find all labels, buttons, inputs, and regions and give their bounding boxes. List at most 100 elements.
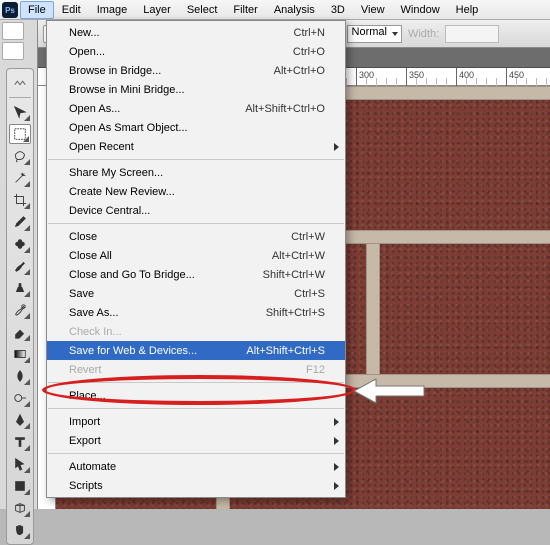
menu-analysis[interactable]: Analysis — [266, 1, 323, 19]
crop-tool[interactable] — [9, 190, 31, 210]
file-menu-item-close-all[interactable]: Close All Alt+Ctrl+W — [47, 246, 345, 265]
menu-item-shortcut: Alt+Ctrl+W — [272, 250, 325, 262]
menu-item-label: Save — [69, 288, 94, 300]
menu-3d[interactable]: 3D — [323, 1, 353, 19]
width-label: Width: — [408, 28, 439, 40]
type-tool[interactable] — [9, 432, 31, 452]
annotation-arrow — [350, 376, 430, 406]
menu-item-label: Browse in Bridge... — [69, 65, 161, 77]
file-menu-item-save-as[interactable]: Save As...Shift+Ctrl+S — [47, 303, 345, 322]
file-menu-item-place[interactable]: Place... — [47, 386, 345, 405]
menu-item-label: Scripts — [69, 480, 103, 492]
file-menu-item-revert: RevertF12 — [47, 360, 345, 379]
file-menu-item-new[interactable]: New...Ctrl+N — [47, 23, 345, 42]
menu-item-label: Open... — [69, 46, 105, 58]
style-select-value: Normal — [352, 26, 387, 38]
eraser-tool[interactable] — [9, 322, 31, 342]
marquee-tool[interactable] — [9, 124, 31, 144]
file-menu-dropdown: New...Ctrl+N Open... Ctrl+O Browse in Bridg… — [46, 20, 346, 498]
blur-tool[interactable] — [9, 366, 31, 386]
menu-select[interactable]: Select — [179, 1, 226, 19]
file-menu-item-open-as-smart-object[interactable]: Open As Smart Object... — [47, 118, 345, 137]
file-menu-item-close[interactable]: Close Ctrl+W — [47, 227, 345, 246]
file-menu-item-open-recent[interactable]: Open Recent — [47, 137, 345, 156]
lasso-tool[interactable] — [9, 146, 31, 166]
menu-separator — [48, 382, 344, 383]
menu-item-shortcut: Ctrl+N — [294, 27, 325, 39]
menu-image[interactable]: Image — [89, 1, 136, 19]
menu-separator — [48, 159, 344, 160]
menu-layer[interactable]: Layer — [135, 1, 179, 19]
history-brush-tool[interactable] — [9, 300, 31, 320]
menu-item-label: Open As... — [69, 103, 120, 115]
shape-tool[interactable] — [9, 476, 31, 496]
menu-item-label: Export — [69, 435, 101, 447]
file-menu-item-device-central[interactable]: Device Central... — [47, 201, 345, 220]
menu-item-label: Close All — [69, 250, 112, 262]
app-icon: Ps — [2, 2, 18, 18]
menu-item-shortcut: Ctrl+S — [294, 288, 325, 300]
file-menu-item-automate[interactable]: Automate — [47, 457, 345, 476]
mini-button-1[interactable] — [2, 22, 24, 40]
pen-tool[interactable] — [9, 410, 31, 430]
file-menu-item-export[interactable]: Export — [47, 431, 345, 450]
eyedropper-tool[interactable] — [9, 212, 31, 232]
menu-item-label: Close and Go To Bridge... — [69, 269, 195, 281]
menu-help[interactable]: Help — [448, 1, 487, 19]
menu-item-shortcut: Ctrl+W — [291, 231, 325, 243]
menu-item-label: Save for Web & Devices... — [69, 345, 197, 357]
menu-item-shortcut: F12 — [306, 364, 325, 376]
dodge-tool[interactable] — [9, 388, 31, 408]
clone-stamp-tool[interactable] — [9, 278, 31, 298]
menu-item-label: Close — [69, 231, 97, 243]
menu-window[interactable]: Window — [393, 1, 448, 19]
brush-tool[interactable] — [9, 256, 31, 276]
menu-item-label: Open As Smart Object... — [69, 122, 188, 134]
menu-bar: Ps FileEditImageLayerSelectFilterAnalysi… — [0, 0, 550, 20]
file-menu-item-save[interactable]: Save Ctrl+S — [47, 284, 345, 303]
menu-item-label: Check In... — [69, 326, 122, 338]
style-select[interactable]: Normal — [347, 25, 402, 43]
menu-file[interactable]: File — [20, 1, 54, 19]
menu-item-shortcut: Alt+Ctrl+O — [274, 65, 325, 77]
menu-item-shortcut: Ctrl+O — [293, 46, 325, 58]
menu-item-label: Create New Review... — [69, 186, 175, 198]
file-menu-item-browse-in-bridge[interactable]: Browse in Bridge... Alt+Ctrl+O — [47, 61, 345, 80]
menu-item-shortcut: Alt+Shift+Ctrl+O — [245, 103, 325, 115]
tool-strip — [6, 68, 34, 545]
file-menu-item-share-my-screen[interactable]: Share My Screen... — [47, 163, 345, 182]
toolstrip-collapse-icon[interactable] — [9, 73, 31, 93]
healing-brush-tool[interactable] — [9, 234, 31, 254]
3d-tool[interactable] — [9, 498, 31, 518]
width-input — [445, 25, 499, 43]
menu-filter[interactable]: Filter — [225, 1, 265, 19]
menu-item-label: Device Central... — [69, 205, 150, 217]
file-menu-item-open[interactable]: Open... Ctrl+O — [47, 42, 345, 61]
wand-tool[interactable] — [9, 168, 31, 188]
hand-tool[interactable] — [9, 520, 31, 540]
menu-edit[interactable]: Edit — [54, 1, 89, 19]
file-menu-item-import[interactable]: Import — [47, 412, 345, 431]
menu-item-label: Automate — [69, 461, 116, 473]
menu-view[interactable]: View — [353, 1, 393, 19]
gradient-tool[interactable] — [9, 344, 31, 364]
file-menu-item-save-for-web-devices[interactable]: Save for Web & Devices... Alt+Shift+Ctrl+… — [47, 341, 345, 360]
menu-item-label: Place... — [69, 390, 106, 402]
left-mini-buttons — [0, 20, 38, 68]
menu-item-shortcut: Shift+Ctrl+S — [266, 307, 325, 319]
path-selection-tool[interactable] — [9, 454, 31, 474]
file-menu-item-close-and-go-to-bridge[interactable]: Close and Go To Bridge... Shift+Ctrl+W — [47, 265, 345, 284]
mini-button-2[interactable] — [2, 42, 24, 60]
file-menu-item-open-as[interactable]: Open As... Alt+Shift+Ctrl+O — [47, 99, 345, 118]
menu-separator — [48, 453, 344, 454]
menu-item-label: Import — [69, 416, 100, 428]
file-menu-item-create-new-review[interactable]: Create New Review... — [47, 182, 345, 201]
file-menu-item-scripts[interactable]: Scripts — [47, 476, 345, 495]
file-menu-item-browse-in-mini-bridge[interactable]: Browse in Mini Bridge... — [47, 80, 345, 99]
menu-item-label: Share My Screen... — [69, 167, 163, 179]
menu-item-label: Browse in Mini Bridge... — [69, 84, 185, 96]
file-menu-item-check-in: Check In... — [47, 322, 345, 341]
menu-item-shortcut: Shift+Ctrl+W — [263, 269, 325, 281]
move-tool[interactable] — [9, 102, 31, 122]
menu-item-shortcut: Alt+Shift+Ctrl+S — [246, 345, 325, 357]
